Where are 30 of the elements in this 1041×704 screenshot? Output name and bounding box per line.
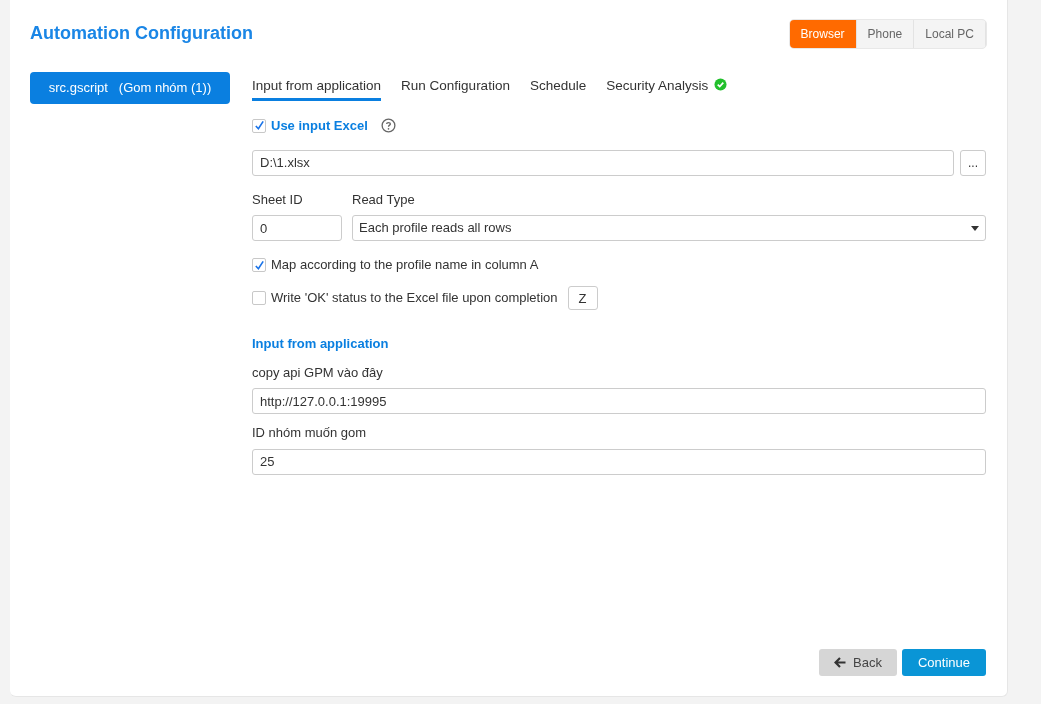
text-field[interactable]: 25 xyxy=(252,448,986,475)
section-title: Input from application xyxy=(252,335,390,353)
checkbox-label: Use input Excel xyxy=(271,117,368,135)
mode-tab[interactable]: Local PC xyxy=(914,20,986,48)
checkbox[interactable] xyxy=(252,118,266,133)
back-button[interactable]: Back xyxy=(819,649,897,676)
tab[interactable]: Schedule xyxy=(529,72,587,101)
tab[interactable]: Input from application xyxy=(252,72,382,101)
read-type-dropdown[interactable]: Each profile reads all rows xyxy=(352,215,986,241)
file-path-field[interactable]: D:\1.xlsx xyxy=(252,149,954,176)
field-label: copy api GPM vào đây xyxy=(252,363,384,382)
sheet-id-field[interactable]: 0 xyxy=(252,215,342,241)
script-button[interactable]: src.gscript (Gom nhóm (1)) xyxy=(30,72,230,104)
text-field[interactable]: http://127.0.0.1:19995 xyxy=(252,388,986,414)
help-icon xyxy=(380,118,396,134)
tab[interactable]: Security Analysis xyxy=(606,72,728,101)
checkbox[interactable] xyxy=(252,258,266,272)
checkbox-label: Write 'OK' status to the Excel file upon completion xyxy=(271,289,558,308)
field-label: Sheet ID xyxy=(252,190,304,209)
mode-tab[interactable]: Phone xyxy=(856,20,915,48)
caret-icon xyxy=(971,225,979,231)
column-field[interactable]: Z xyxy=(567,286,598,310)
field-label: Read Type xyxy=(352,190,416,209)
field-label: ID nhóm muốn gom xyxy=(252,424,368,442)
checkbox[interactable] xyxy=(252,291,266,305)
tab[interactable]: Run Configuration xyxy=(401,72,510,101)
page-title: Automation Configuration xyxy=(30,22,253,45)
checkbox-label: Map according to the profile name in column A xyxy=(271,256,539,275)
browse-button[interactable]: ... xyxy=(960,149,986,176)
arrow-left-icon xyxy=(834,657,847,668)
